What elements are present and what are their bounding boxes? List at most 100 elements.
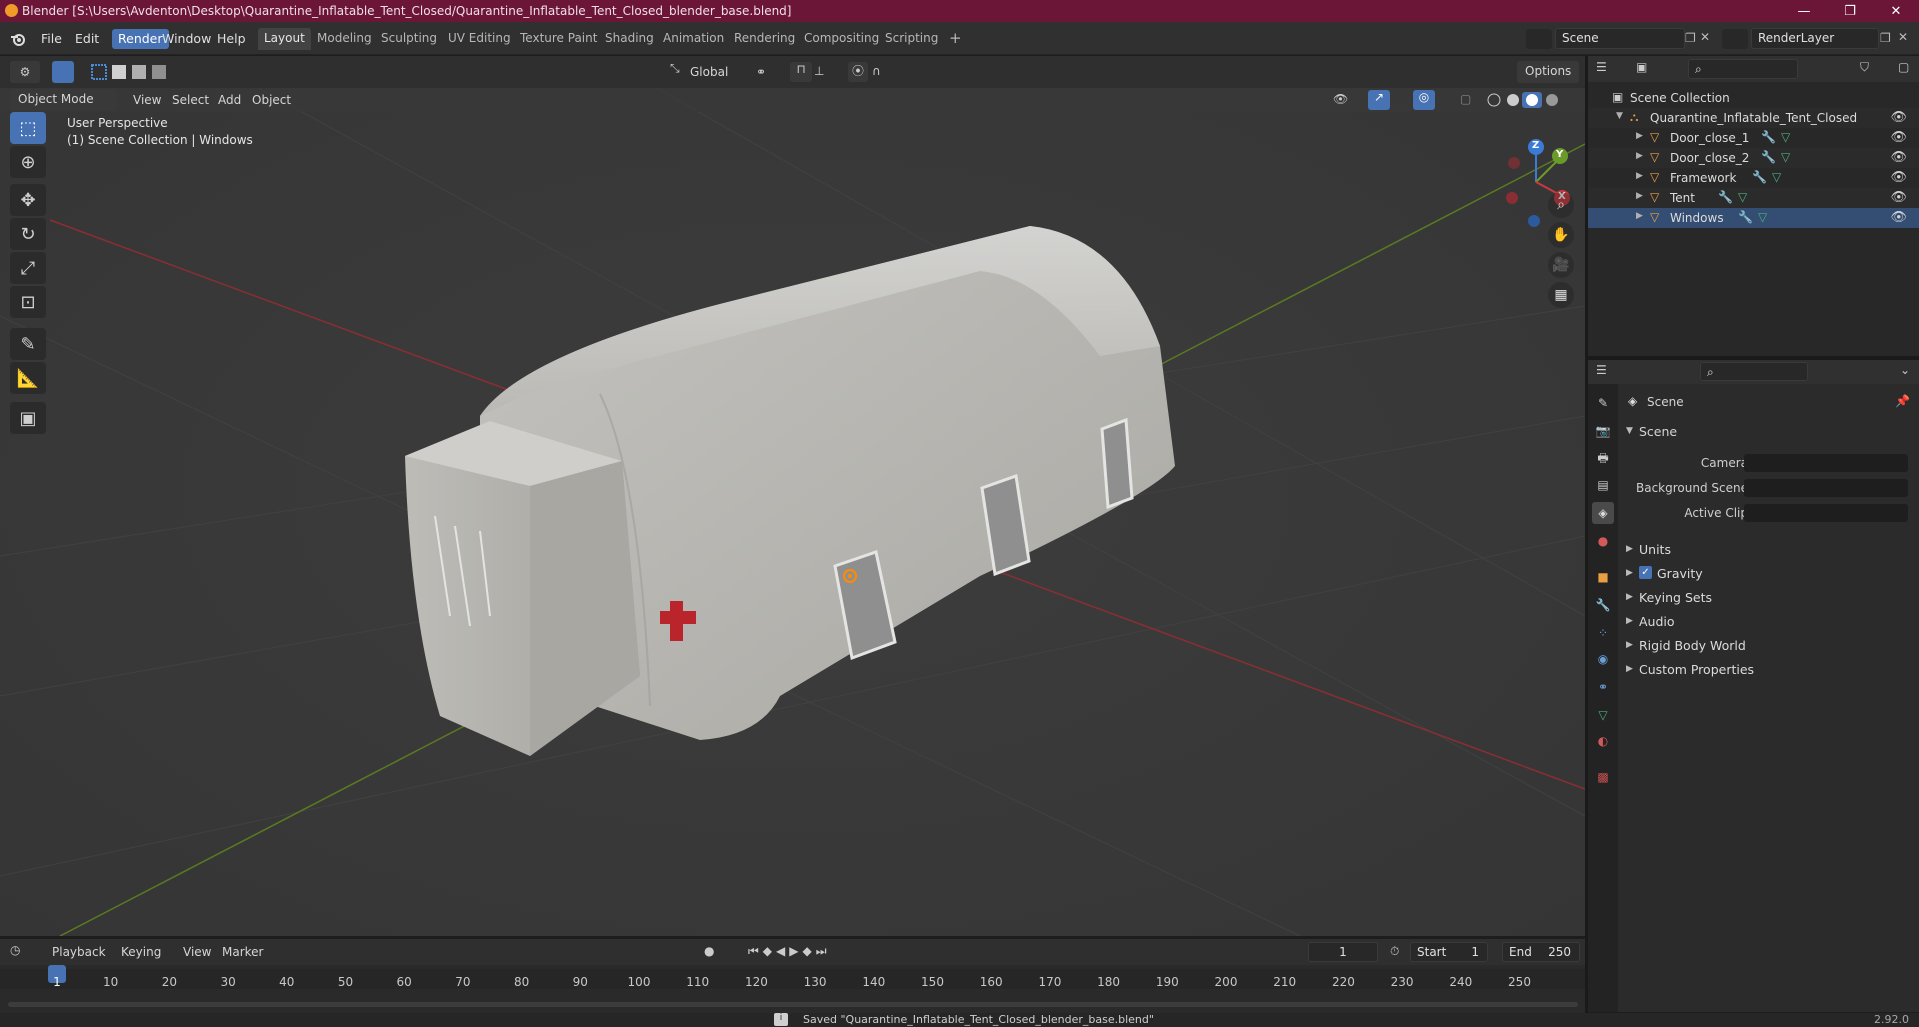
rigid-body-world-section[interactable]: Rigid Body World xyxy=(1639,638,1746,653)
scene-tab-icon[interactable]: ◈ xyxy=(1592,502,1614,524)
properties-search-input[interactable]: ⌕ xyxy=(1700,362,1808,381)
outliner-row-windows[interactable]: ▶ ▽ Windows 🔧 ▽ 👁 xyxy=(1588,208,1919,228)
tab-texture-paint[interactable]: Texture Paint xyxy=(514,28,603,50)
select-mode-icon[interactable] xyxy=(52,61,74,83)
gravity-checkbox[interactable]: ✓ xyxy=(1639,566,1652,579)
annotate-tool[interactable]: ✎ xyxy=(10,328,46,360)
pin-icon[interactable]: 📌 xyxy=(1895,394,1910,408)
tab-sculpting[interactable]: Sculpting xyxy=(375,28,443,50)
audio-section[interactable]: Audio xyxy=(1639,614,1675,629)
layer-delete-icon[interactable]: ✕ xyxy=(1898,30,1908,44)
menu-edit[interactable]: Edit xyxy=(69,29,105,49)
gizmo-z-label[interactable]: Z xyxy=(1532,140,1539,151)
collapse-arrow-icon[interactable]: ▼ xyxy=(1616,111,1623,121)
maximize-button[interactable]: ❐ xyxy=(1827,0,1873,22)
tab-compositing[interactable]: Compositing xyxy=(798,28,885,50)
render-tab-icon[interactable]: 📷 xyxy=(1592,420,1614,442)
marker-menu[interactable]: Marker xyxy=(222,945,263,959)
keying-sets-section[interactable]: Keying Sets xyxy=(1639,590,1712,605)
modifier-icon[interactable]: 🔧 xyxy=(1761,150,1776,164)
zoom-icon[interactable]: ⌕ xyxy=(1548,192,1574,218)
menu-help[interactable]: Help xyxy=(211,29,252,49)
menu-window[interactable]: Window xyxy=(156,29,217,49)
tab-rendering[interactable]: Rendering xyxy=(728,28,801,50)
visibility-eye-icon[interactable]: 👁 xyxy=(1890,190,1907,205)
editor-type-icon[interactable]: ⚙ xyxy=(10,61,40,83)
modifier-icon[interactable]: 🔧 xyxy=(1761,130,1776,144)
selection-modes[interactable] xyxy=(90,62,176,82)
mesh-data-icon[interactable]: ▽ xyxy=(1781,150,1790,164)
object-tab-icon[interactable]: ■ xyxy=(1592,566,1614,588)
modifier-icon[interactable]: 🔧 xyxy=(1718,190,1733,204)
scale-tool[interactable]: ⤢ xyxy=(10,252,46,284)
scene-browse-icon[interactable] xyxy=(1526,29,1552,49)
expand-arrow-icon[interactable]: ▶ xyxy=(1636,171,1643,181)
record-icon[interactable]: ● xyxy=(704,944,714,958)
tab-layout[interactable]: Layout xyxy=(258,28,311,50)
properties-editor-icon[interactable]: ☰ xyxy=(1596,363,1607,377)
scene-delete-icon[interactable]: ✕ xyxy=(1700,30,1710,44)
scene-panel-title[interactable]: Scene xyxy=(1639,424,1677,439)
expand-arrow-icon[interactable]: ▶ xyxy=(1636,131,1643,141)
new-collection-icon[interactable]: ▢ xyxy=(1898,60,1909,74)
active-clip-field[interactable] xyxy=(1744,504,1908,522)
expand-arrow-icon[interactable]: ▶ xyxy=(1636,211,1643,221)
menu-file[interactable]: File xyxy=(35,29,68,49)
timeline-editor-icon[interactable]: ◷ xyxy=(10,943,20,957)
horizontal-divider[interactable] xyxy=(1588,356,1919,360)
visibility-eye-icon[interactable]: 👁 xyxy=(1890,210,1907,225)
mesh-data-icon[interactable]: ▽ xyxy=(1758,210,1767,224)
layer-browse-icon[interactable] xyxy=(1722,29,1748,49)
keying-menu[interactable]: Keying xyxy=(121,945,161,959)
view-layer-field[interactable]: RenderLayer xyxy=(1751,28,1879,49)
move-tool[interactable]: ✥ xyxy=(10,184,46,216)
transform-orientation-icon[interactable]: ⤡ xyxy=(670,61,688,83)
mesh-data-icon[interactable]: ▽ xyxy=(1781,130,1790,144)
playback-controls[interactable]: ⏮◆◀▶◆⏭ xyxy=(748,944,831,959)
outliner-editor-icon[interactable]: ☰ xyxy=(1596,60,1607,74)
blender-menu-icon[interactable] xyxy=(10,31,26,47)
units-arrow-icon[interactable]: ▶ xyxy=(1626,544,1633,554)
viewport-menu-object[interactable]: Object xyxy=(252,93,291,107)
start-frame-field[interactable]: Start 1 xyxy=(1410,942,1488,962)
outliner-row-door-close-1[interactable]: ▶ ▽ Door_close_1 🔧 ▽ 👁 xyxy=(1588,128,1919,148)
gravity-section[interactable]: Gravity xyxy=(1657,566,1703,581)
output-tab-icon[interactable]: 🖶 xyxy=(1592,448,1614,470)
outliner-search-input[interactable]: ⌕ xyxy=(1688,59,1798,79)
particles-tab-icon[interactable]: ⁘ xyxy=(1592,622,1614,644)
current-frame-field[interactable]: 1 xyxy=(1308,942,1378,962)
preview-range-icon[interactable]: ⏱ xyxy=(1390,944,1399,959)
3d-viewport[interactable]: Z Y X ⚙ ⤡ Global ⚭ ⊓ ⊥ ⦿ ∩ Options Objec… xyxy=(0,56,1585,936)
physics-tab-icon[interactable]: ◉ xyxy=(1592,648,1614,670)
shading-modes[interactable] xyxy=(1486,91,1572,109)
outliner-row-framework[interactable]: ▶ ▽ Framework 🔧 ▽ 👁 xyxy=(1588,168,1919,188)
material-tab-icon[interactable]: ◐ xyxy=(1592,730,1614,752)
cursor-tool[interactable]: ⊕ xyxy=(10,146,46,178)
visibility-eye-icon[interactable]: 👁 xyxy=(1890,130,1907,145)
view-layer-tab-icon[interactable]: ▤ xyxy=(1592,474,1614,496)
minimize-button[interactable]: — xyxy=(1781,0,1827,22)
close-button[interactable]: ✕ xyxy=(1873,0,1919,22)
transform-orientation-select[interactable]: Global xyxy=(690,65,728,79)
measure-tool[interactable]: 📐 xyxy=(10,362,46,394)
units-section[interactable]: Units xyxy=(1639,542,1671,557)
rigid-body-arrow-icon[interactable]: ▶ xyxy=(1626,640,1633,650)
properties-options-icon[interactable]: ⌄ xyxy=(1900,363,1910,377)
keying-sets-arrow-icon[interactable]: ▶ xyxy=(1626,592,1633,602)
gizmo-y-label[interactable]: Y xyxy=(1556,149,1563,160)
tab-scripting[interactable]: Scripting xyxy=(879,28,944,50)
texture-tab-icon[interactable]: ▩ xyxy=(1592,766,1614,788)
timeline-view-menu[interactable]: View xyxy=(183,945,211,959)
scene-name-field[interactable]: Scene xyxy=(1555,28,1685,49)
display-mode-icon[interactable]: ▣ xyxy=(1636,60,1647,74)
modifier-icon[interactable]: 🔧 xyxy=(1738,210,1753,224)
proportional-edit-icon[interactable]: ⦿ xyxy=(848,62,868,82)
visibility-eye-icon[interactable]: 👁 xyxy=(1890,110,1907,125)
camera-field[interactable] xyxy=(1744,454,1908,472)
viewport-menu-view[interactable]: View xyxy=(133,93,161,107)
filter-icon[interactable]: ⛉ xyxy=(1860,60,1869,75)
tab-shading[interactable]: Shading xyxy=(599,28,660,50)
playback-menu[interactable]: Playback xyxy=(52,945,106,959)
audio-arrow-icon[interactable]: ▶ xyxy=(1626,616,1633,626)
outliner-row-tent[interactable]: ▶ ▽ Tent 🔧 ▽ 👁 xyxy=(1588,188,1919,208)
